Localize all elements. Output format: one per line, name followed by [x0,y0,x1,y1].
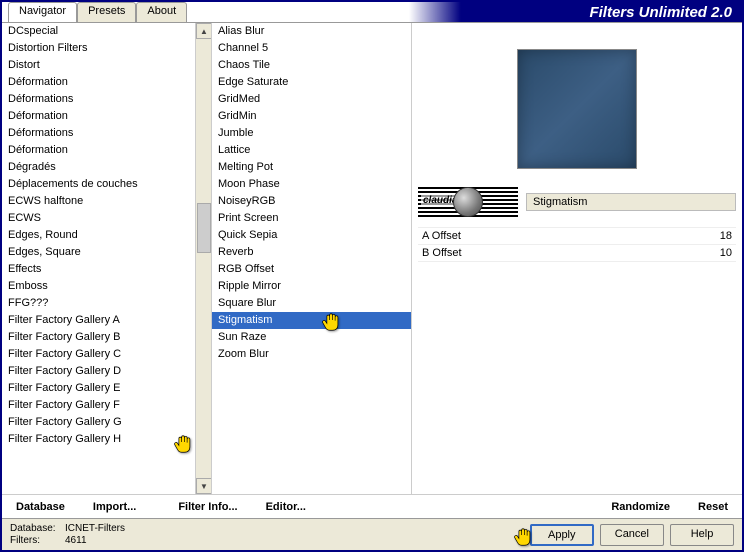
filter-item[interactable]: Print Screen [212,210,411,227]
param-label: B Offset [422,247,462,259]
current-filter-name: Stigmatism [526,193,736,211]
category-item[interactable]: Filter Factory Gallery H [2,431,195,448]
author-badge: claudia [418,187,518,217]
filters-count-value: 4611 [65,535,87,546]
param-value: 10 [720,247,732,259]
help-button[interactable]: Help [670,524,734,546]
param-row[interactable]: B Offset 10 [418,244,736,262]
category-item[interactable]: Filter Factory Gallery D [2,363,195,380]
filter-item[interactable]: GridMed [212,91,411,108]
tabs: Navigator Presets About [2,2,187,22]
filter-item[interactable]: Stigmatism [212,312,411,329]
category-item[interactable]: Distortion Filters [2,40,195,57]
category-item[interactable]: Déplacements de couches [2,176,195,193]
filter-item[interactable]: Zoom Blur [212,346,411,363]
filter-item[interactable]: Melting Pot [212,159,411,176]
filter-item[interactable]: RGB Offset [212,261,411,278]
filter-item[interactable]: Edge Saturate [212,74,411,91]
window-title: Filters Unlimited 2.0 [589,4,732,21]
filter-item[interactable]: Channel 5 [212,40,411,57]
titlebar: Navigator Presets About Filters Unlimite… [2,2,742,22]
category-item[interactable]: Déformation [2,74,195,91]
cancel-button[interactable]: Cancel [600,524,664,546]
category-item[interactable]: Dégradés [2,159,195,176]
filter-item[interactable]: Ripple Mirror [212,278,411,295]
main-content: DCspecialDistortion FiltersDistortDéform… [2,22,742,494]
category-item[interactable]: Déformation [2,108,195,125]
filters-count-label: Filters: [10,535,65,546]
category-item[interactable]: Déformations [2,91,195,108]
scroll-up-icon[interactable]: ▲ [196,23,212,39]
category-item[interactable]: Filter Factory Gallery F [2,397,195,414]
category-item[interactable]: ECWS halftone [2,193,195,210]
watermark-label: claudia [421,195,459,206]
category-item[interactable]: Edges, Square [2,244,195,261]
import-button[interactable]: Import... [79,498,150,516]
hand-cursor-icon [172,433,194,455]
tab-navigator[interactable]: Navigator [8,2,77,22]
filter-item[interactable]: Alias Blur [212,23,411,40]
category-item[interactable]: Déformations [2,125,195,142]
filter-item[interactable]: Jumble [212,125,411,142]
db-value: ICNET-Filters [65,523,125,534]
filter-item[interactable]: Chaos Tile [212,57,411,74]
preview-image [517,49,637,169]
param-value: 18 [720,230,732,242]
category-item[interactable]: Distort [2,57,195,74]
category-item[interactable]: ECWS [2,210,195,227]
dialog-window: Navigator Presets About Filters Unlimite… [0,0,744,552]
filter-item[interactable]: Moon Phase [212,176,411,193]
category-item[interactable]: FFG??? [2,295,195,312]
param-label: A Offset [422,230,461,242]
db-label: Database: [10,523,65,534]
param-row[interactable]: A Offset 18 [418,227,736,244]
filter-list[interactable]: Alias BlurChannel 5Chaos TileEdge Satura… [212,23,412,494]
filter-item[interactable]: Quick Sepia [212,227,411,244]
category-item[interactable]: Filter Factory Gallery C [2,346,195,363]
parameters: A Offset 18 B Offset 10 [418,227,736,262]
filter-header: claudia Stigmatism [418,187,736,217]
category-item[interactable]: Filter Factory Gallery B [2,329,195,346]
category-scrollbar[interactable]: ▲ ▼ [195,23,211,494]
tab-about[interactable]: About [136,2,187,22]
category-item[interactable]: DCspecial [2,23,195,40]
category-list[interactable]: DCspecialDistortion FiltersDistortDéform… [2,23,212,494]
category-item[interactable]: Emboss [2,278,195,295]
scroll-thumb[interactable] [197,203,211,253]
footer-info: Database: ICNET-Filters Filters: 4611 [10,523,125,546]
filter-item[interactable]: Sun Raze [212,329,411,346]
toolbar: Database Import... Filter Info... Editor… [2,494,742,518]
filter-item[interactable]: Lattice [212,142,411,159]
filter-item[interactable]: NoiseyRGB [212,193,411,210]
filter-info-button[interactable]: Filter Info... [164,498,251,516]
database-button[interactable]: Database [2,498,79,516]
randomize-button[interactable]: Randomize [597,498,684,516]
footer: Database: ICNET-Filters Filters: 4611 Ap… [2,518,742,550]
filter-item[interactable]: Square Blur [212,295,411,312]
scroll-down-icon[interactable]: ▼ [196,478,212,494]
category-item[interactable]: Filter Factory Gallery E [2,380,195,397]
category-item[interactable]: Filter Factory Gallery G [2,414,195,431]
category-item[interactable]: Effects [2,261,195,278]
reset-button[interactable]: Reset [684,498,742,516]
footer-buttons: Apply Cancel Help [530,524,734,546]
category-item[interactable]: Filter Factory Gallery A [2,312,195,329]
category-item[interactable]: Déformation [2,142,195,159]
tab-presets[interactable]: Presets [77,2,136,22]
apply-button[interactable]: Apply [530,524,594,546]
filter-item[interactable]: Reverb [212,244,411,261]
filter-item[interactable]: GridMin [212,108,411,125]
preview-panel: claudia Stigmatism A Offset 18 B Offset … [412,23,742,494]
category-item[interactable]: Edges, Round [2,227,195,244]
hand-cursor-icon [512,526,534,548]
editor-button[interactable]: Editor... [252,498,320,516]
